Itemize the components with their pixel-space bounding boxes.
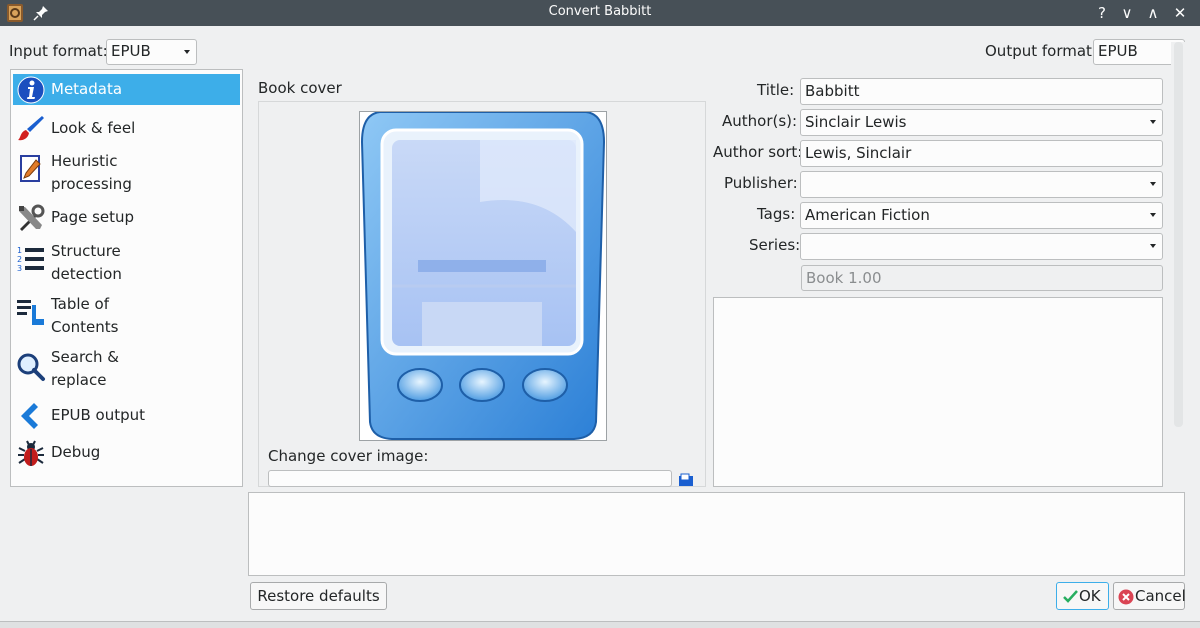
- book-cover-heading: Book cover: [258, 79, 342, 97]
- author-sort-input[interactable]: Lewis, Sinclair: [800, 140, 1163, 167]
- sidebar-item-look-and-feel[interactable]: Look & feel: [13, 111, 240, 145]
- input-format-value: EPUB: [111, 42, 151, 60]
- sidebar-item-label: Search & replace: [51, 348, 119, 389]
- chevron-down-icon: [1150, 120, 1156, 124]
- scrollbar[interactable]: [1171, 42, 1186, 487]
- publisher-combo[interactable]: [800, 171, 1163, 198]
- sidebar-item-label: Debug: [51, 443, 101, 461]
- svg-text:3: 3: [17, 264, 22, 273]
- numbered-list-icon: 1 2 3: [17, 246, 44, 273]
- ebook-reader-icon: [360, 111, 606, 440]
- info-icon: [17, 76, 45, 104]
- help-button[interactable]: ?: [1091, 2, 1113, 24]
- tags-value: American Fiction: [805, 206, 930, 224]
- sidebar-item-label: EPUB output: [51, 406, 146, 424]
- book-cover-image[interactable]: [359, 111, 607, 441]
- close-button[interactable]: ✕: [1169, 2, 1191, 24]
- pencil-document-icon: [20, 155, 41, 182]
- change-cover-label: Change cover image:: [268, 447, 429, 465]
- series-label: Series:: [749, 236, 801, 254]
- toc-icon: [17, 300, 44, 325]
- sidebar-item-search-replace[interactable]: Search & replace: [13, 346, 240, 394]
- sidebar-item-label: Table of Contents: [51, 295, 119, 336]
- sidebar-item-epub-output[interactable]: EPUB output: [13, 399, 240, 433]
- sidebar-item-structure-detection[interactable]: 1 2 3 Structure detection: [13, 240, 240, 288]
- ok-button[interactable]: OK: [1056, 582, 1109, 610]
- brush-icon: [18, 116, 44, 141]
- restore-defaults-button[interactable]: Restore defaults: [250, 582, 387, 610]
- chevron-down-icon: [184, 50, 190, 54]
- cancel-button[interactable]: Cancel: [1113, 582, 1186, 610]
- series-combo[interactable]: [800, 233, 1163, 260]
- output-format-label: Output format:: [985, 42, 1097, 60]
- recommendations-help-box: [248, 492, 1185, 576]
- sidebar-item-label: Metadata: [51, 80, 123, 98]
- magnifier-icon: [17, 353, 45, 381]
- sidebar-item-table-of-contents[interactable]: Table of Contents: [13, 293, 240, 341]
- ok-label: OK: [1079, 587, 1101, 605]
- window-title: Convert Babbitt: [548, 4, 652, 19]
- author-sort-label: Author sort:: [713, 143, 803, 161]
- authors-value: Sinclair Lewis: [805, 113, 907, 131]
- title-input[interactable]: Babbitt: [800, 78, 1163, 105]
- minimize-button[interactable]: ∨: [1116, 2, 1138, 24]
- svg-text:1: 1: [17, 246, 22, 255]
- cover-path-input[interactable]: [268, 470, 672, 487]
- authors-label: Author(s):: [722, 112, 798, 130]
- input-format-label: Input format:: [9, 42, 108, 60]
- svg-text:2: 2: [17, 255, 22, 264]
- series-index-value: Book 1.00: [806, 269, 882, 287]
- publisher-label: Publisher:: [724, 174, 798, 192]
- series-index-spinbox: Book 1.00: [801, 265, 1163, 291]
- browse-folder-icon[interactable]: [678, 473, 694, 487]
- chevron-down-icon: [1150, 244, 1156, 248]
- chevron-down-icon: [1150, 213, 1156, 217]
- tags-label: Tags:: [757, 205, 796, 223]
- authors-combo[interactable]: Sinclair Lewis: [800, 109, 1163, 136]
- cancel-label: Cancel: [1135, 587, 1186, 605]
- window-titlebar: Convert Babbitt ? ∨ ∧ ✕: [0, 0, 1200, 26]
- chevron-left-icon: [21, 403, 38, 429]
- sidebar-item-label: Look & feel: [51, 119, 136, 137]
- comments-editor[interactable]: [713, 297, 1163, 487]
- checkmark-icon: [1063, 590, 1078, 603]
- tags-combo[interactable]: American Fiction: [800, 202, 1163, 229]
- bug-icon: [18, 440, 44, 466]
- sidebar-item-page-setup[interactable]: Page setup: [13, 202, 240, 236]
- maximize-button[interactable]: ∧: [1142, 2, 1164, 24]
- tools-icon: [19, 204, 45, 231]
- sidebar-item-metadata[interactable]: Metadata: [13, 74, 240, 105]
- sidebar-item-label: Heuristic processing: [51, 152, 132, 193]
- status-bar: [0, 621, 1200, 628]
- sidebar-item-heuristic-processing[interactable]: Heuristic processing: [13, 150, 240, 198]
- input-format-combo[interactable]: EPUB: [106, 39, 197, 65]
- cancel-icon: [1118, 589, 1134, 605]
- output-format-value: EPUB: [1098, 42, 1138, 60]
- chevron-down-icon: [1150, 182, 1156, 186]
- options-sidebar: Metadata Look & feel Heuristic processin…: [10, 69, 243, 487]
- sidebar-item-label: Page setup: [51, 208, 135, 226]
- title-label: Title:: [757, 81, 795, 99]
- scrollbar-thumb[interactable]: [1174, 42, 1183, 427]
- sidebar-item-label: Structure detection: [51, 242, 122, 283]
- sidebar-item-debug[interactable]: Debug: [13, 436, 240, 470]
